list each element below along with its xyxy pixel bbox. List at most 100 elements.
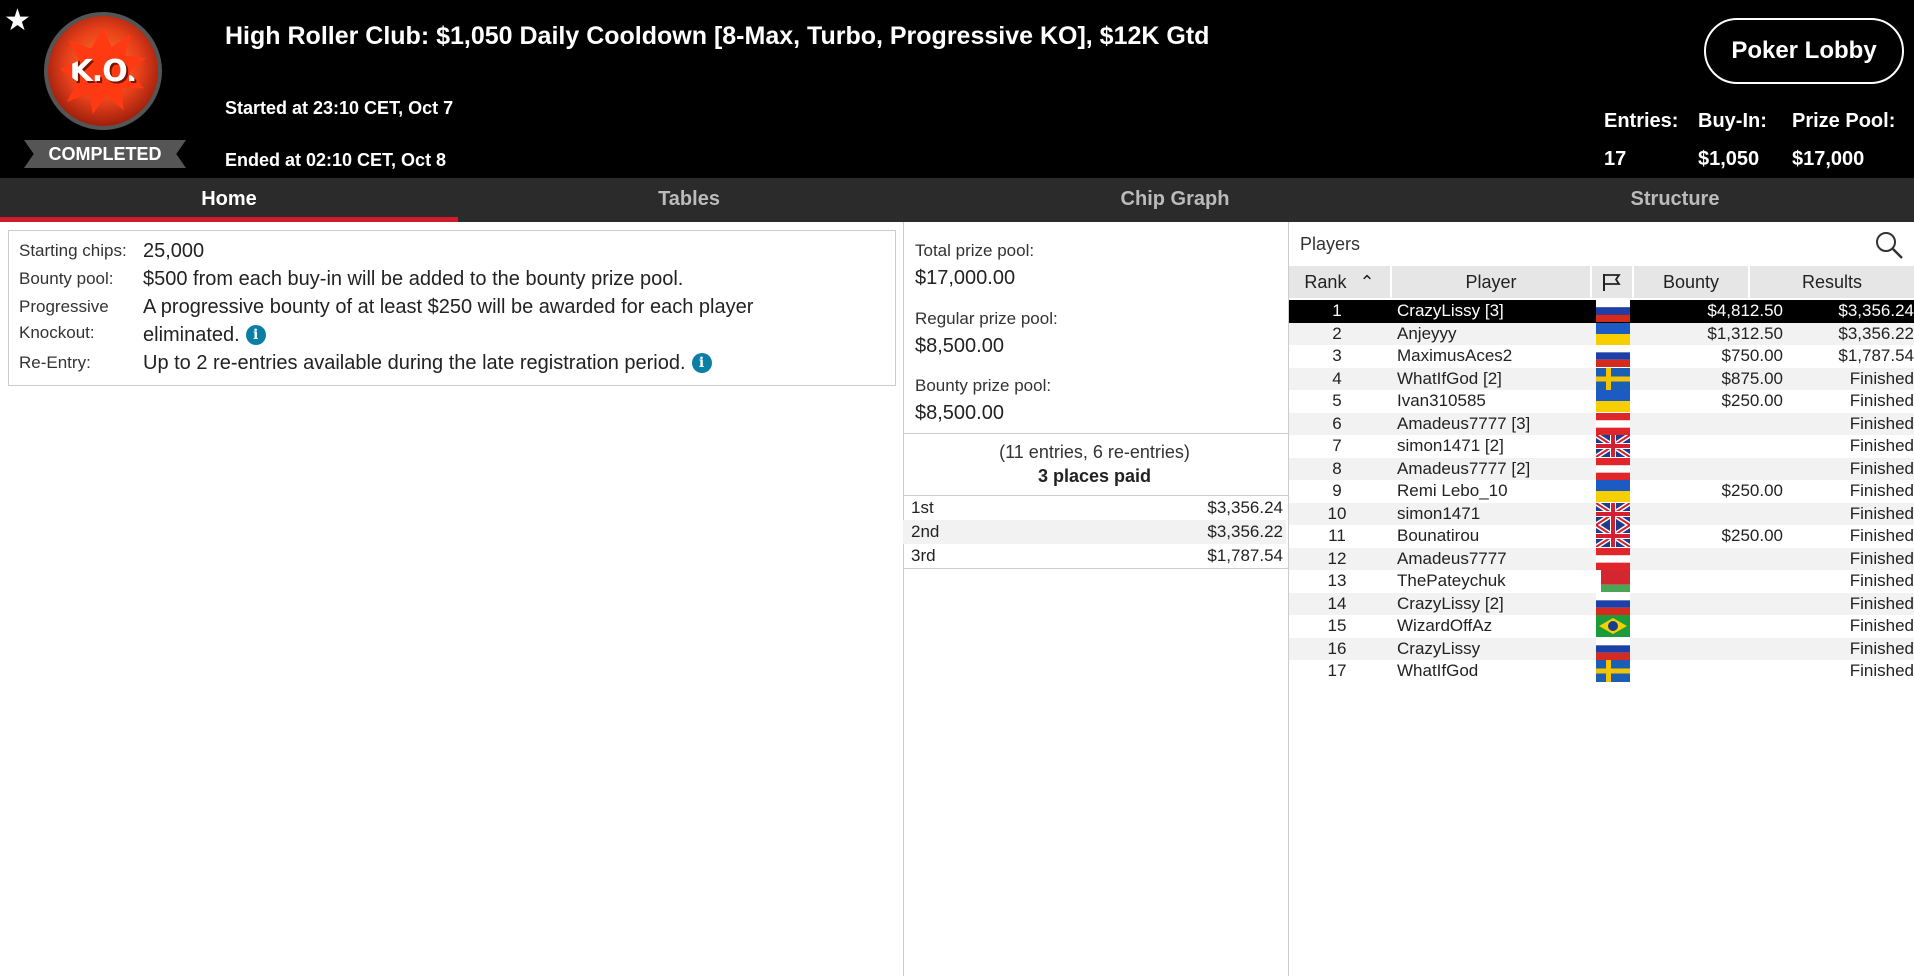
poker-lobby-button[interactable]: Poker Lobby	[1704, 18, 1904, 84]
player-name-cell: WhatIfGod [2]	[1397, 368, 1502, 388]
payout-amount: $3,356.22	[1207, 522, 1283, 541]
buy-in-value: $1,050	[1698, 148, 1760, 170]
rank-cell: 12	[1327, 548, 1347, 568]
result-cell: $3,356.24	[1838, 301, 1914, 320]
table-row[interactable]: 6 Amadeus7777 [3] Finished	[1289, 412, 1914, 435]
rank-cell: 5	[1332, 391, 1342, 410]
divider	[903, 433, 1288, 434]
player-name-cell: simon1471	[1397, 503, 1481, 523]
bounty-cell: $250.00	[1721, 481, 1783, 500]
table-row[interactable]: 15 WizardOffAz Finished	[1289, 615, 1914, 638]
bounty-cell: $4,812.50	[1707, 301, 1783, 320]
player-name-cell: Bounatirou	[1397, 526, 1480, 545]
entries-value: 17	[1604, 148, 1627, 170]
end-time: Ended at 02:10 CET, Oct 8	[225, 150, 447, 170]
info-icon[interactable]: i	[245, 325, 266, 345]
country-flag-icon	[1596, 615, 1630, 637]
result-cell: Finished	[1849, 638, 1914, 658]
country-flag-icon	[1596, 480, 1630, 502]
info-icon[interactable]: i	[691, 353, 712, 373]
places-paid: 3 places paid	[1037, 466, 1152, 486]
table-row[interactable]: 9 Remi Lebo_10 $250.00 Finished	[1289, 480, 1914, 503]
payout-row: 2nd $3,356.22	[903, 520, 1286, 544]
re-entry-label: Re-Entry:	[19, 353, 91, 372]
bounty-cell: $750.00	[1721, 346, 1783, 365]
rank-cell: 9	[1332, 481, 1342, 500]
rank-cell: 2	[1332, 323, 1342, 343]
player-name-cell: CrazyLissy	[1397, 638, 1481, 658]
table-row[interactable]: 11 Bounatirou $250.00 Finished	[1289, 525, 1914, 548]
entries-note: (11 entries, 6 re-entries)	[999, 442, 1190, 462]
table-row[interactable]: 10 simon1471 Finished	[1289, 502, 1914, 525]
bounty-prize-pool-label: Bounty prize pool:	[915, 376, 1052, 395]
country-flag-icon	[1596, 367, 1630, 390]
ko-logo-text: K.O.	[69, 53, 138, 89]
favorite-star-icon[interactable]: ★	[4, 6, 31, 36]
player-name-cell: WizardOffAz	[1397, 616, 1493, 635]
flag-icon	[1603, 274, 1621, 291]
progressive-label: Progressive	[19, 297, 109, 316]
player-name-cell: Amadeus7777 [3]	[1397, 413, 1531, 433]
table-row[interactable]: 1 CrazyLissy [3] $4,812.50 $3,356.24	[1289, 300, 1914, 323]
table-row[interactable]: 13 ThePateychuk Finished	[1289, 570, 1914, 593]
table-row[interactable]: 5 Ivan310585 $250.00 Finished	[1289, 390, 1914, 413]
tab-structure[interactable]: Structure	[1430, 178, 1914, 222]
chevron-up-icon: ⌃	[1359, 272, 1375, 292]
table-row[interactable]: 12 Amadeus7777 Finished	[1289, 547, 1914, 570]
country-flag-icon	[1596, 322, 1630, 345]
result-cell: Finished	[1849, 413, 1914, 433]
country-flag-icon	[1596, 592, 1630, 615]
bounty-column-header[interactable]: Bounty	[1634, 266, 1748, 298]
progressive-value-line2: eliminated. i	[143, 321, 883, 349]
player-name-cell: Amadeus7777 [2]	[1397, 458, 1531, 478]
country-flag-icon	[1596, 435, 1630, 457]
rank-cell: 11	[1328, 526, 1346, 545]
rank-cell: 13	[1327, 571, 1347, 590]
tab-chip-graph[interactable]: Chip Graph	[920, 178, 1430, 222]
tab-tables[interactable]: Tables	[458, 178, 920, 222]
knockout-label: Knockout:	[19, 323, 95, 342]
player-column-header[interactable]: Player	[1392, 266, 1590, 298]
payout-place: 2nd	[911, 522, 940, 541]
country-flag-icon	[1596, 547, 1630, 570]
bounty-prize-pool-value: $8,500.00	[915, 402, 1004, 424]
table-row[interactable]: 2 Anjeyyy $1,312.50 $3,356.22	[1289, 322, 1914, 345]
payout-amount: $3,356.24	[1207, 498, 1283, 517]
tournament-title: High Roller Club: $1,050 Daily Cooldown …	[225, 22, 1210, 50]
result-cell: Finished	[1849, 503, 1914, 523]
country-flag-icon	[1596, 525, 1630, 547]
progressive-value-text: eliminated.	[143, 324, 240, 346]
tab-home[interactable]: Home	[0, 178, 458, 222]
table-row[interactable]: 7 simon1471 [2] Finished	[1289, 435, 1914, 458]
rank-column-header[interactable]: Rank ⌃	[1289, 266, 1390, 298]
player-name-cell: Ivan310585	[1397, 391, 1486, 410]
table-row[interactable]: 4 WhatIfGod [2] $875.00 Finished	[1289, 367, 1914, 390]
result-cell: Finished	[1849, 481, 1914, 500]
explosion-burst-icon: K.O.	[60, 28, 146, 114]
country-flag-icon	[1596, 300, 1630, 322]
regular-prize-pool-value: $8,500.00	[915, 335, 1004, 357]
result-cell: Finished	[1849, 368, 1914, 388]
table-row[interactable]: 14 CrazyLissy [2] Finished	[1289, 592, 1914, 615]
table-row[interactable]: 16 CrazyLissy Finished	[1289, 637, 1914, 660]
player-name-cell: Amadeus7777	[1397, 548, 1507, 568]
table-row[interactable]: 8 Amadeus7777 [2] Finished	[1289, 457, 1914, 480]
table-row[interactable]: 3 MaximusAces2 $750.00 $1,787.54	[1289, 345, 1914, 368]
country-flag-icon	[1596, 345, 1630, 367]
player-name-cell: Anjeyyy	[1397, 323, 1457, 343]
result-cell: Finished	[1849, 548, 1914, 568]
table-row[interactable]: 17 WhatIfGod Finished	[1289, 660, 1914, 683]
payout-row: 3rd $1,787.54	[903, 544, 1286, 568]
prize-pool-value: $17,000	[1792, 148, 1865, 170]
results-column-header[interactable]: Results	[1750, 266, 1914, 298]
prize-pool-label: Prize Pool:	[1792, 110, 1896, 132]
regular-prize-pool-label: Regular prize pool:	[915, 309, 1058, 328]
player-name-cell: ThePateychuk	[1397, 571, 1506, 590]
divider	[903, 568, 1288, 569]
rank-cell: 4	[1332, 368, 1342, 388]
starting-chips-label: Starting chips:	[19, 241, 127, 260]
knockout-logo: K.O.	[44, 12, 162, 130]
search-icon[interactable]	[1874, 230, 1904, 260]
flag-column-header[interactable]	[1592, 266, 1632, 298]
result-cell: Finished	[1849, 571, 1914, 590]
